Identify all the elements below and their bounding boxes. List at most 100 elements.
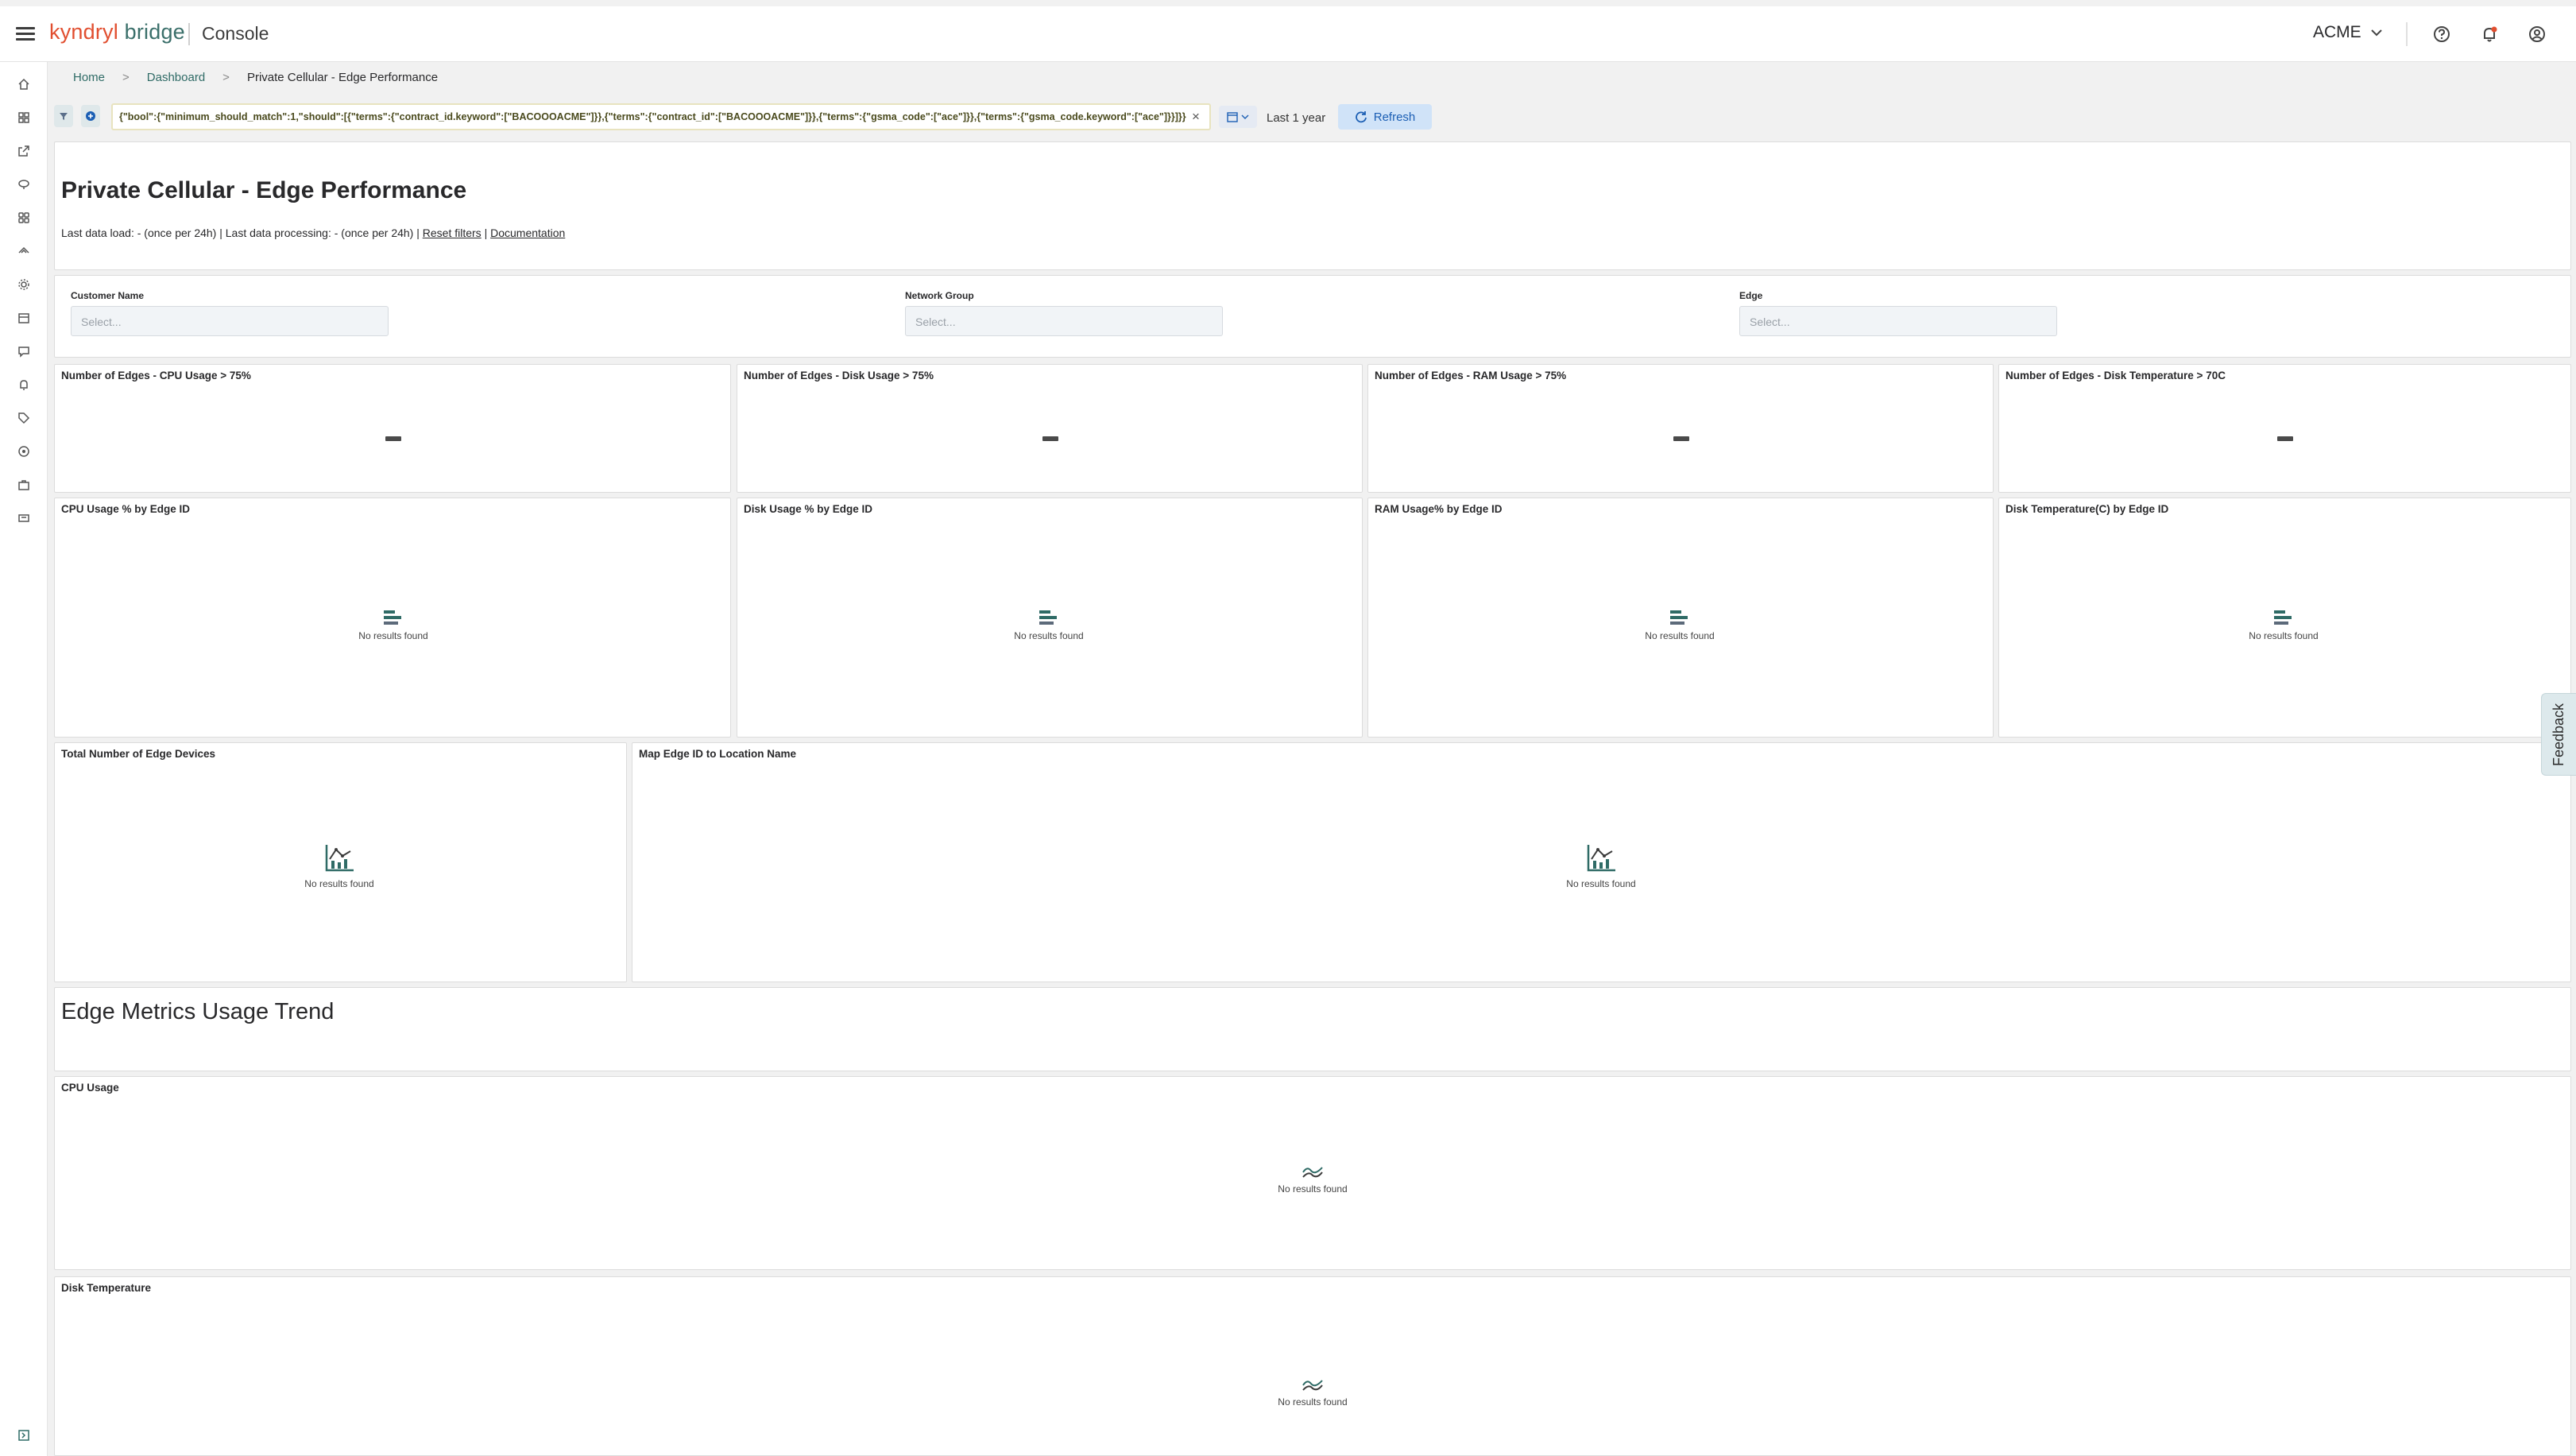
kyndryl-bridge-logo[interactable]: kyndryl bridge — [49, 20, 185, 45]
account-switcher[interactable]: ACME — [2313, 23, 2382, 42]
header-divider — [188, 23, 190, 45]
no-results-text: No results found — [304, 878, 374, 889]
disk-usage-by-edge-panel: Disk Usage % by Edge ID No results found — [737, 498, 1363, 738]
empty-state: No results found — [1233, 1164, 1392, 1195]
tag-icon[interactable] — [15, 409, 33, 427]
target-icon[interactable] — [15, 443, 33, 460]
chevron-down-icon — [1241, 114, 1249, 119]
refresh-button[interactable]: Refresh — [1338, 104, 1432, 130]
empty-state: No results found — [969, 610, 1128, 641]
clear-query-button[interactable]: × — [1192, 109, 1200, 125]
no-results-text: No results found — [358, 630, 428, 641]
panel-title: Disk Temperature — [61, 1282, 152, 1294]
breadcrumb-home[interactable]: Home — [73, 71, 105, 84]
bar-chart-icon — [2274, 610, 2292, 625]
empty-state: No results found — [1600, 610, 1759, 641]
edge-location-map-panel: Map Edge ID to Location Name No results … — [632, 742, 2571, 982]
alert-bell-icon[interactable] — [15, 376, 33, 393]
metric-value-empty — [1042, 436, 1058, 441]
reset-filters-link[interactable]: Reset filters — [423, 227, 482, 239]
meta-separator: | — [484, 227, 488, 239]
chevron-down-icon — [2370, 29, 2382, 37]
metric-panel-ram: Number of Edges - RAM Usage > 75% — [1367, 364, 1994, 493]
top-header: kyndryl bridge Console ACME — [0, 6, 2576, 62]
briefcase-icon[interactable] — [15, 476, 33, 494]
external-link-icon[interactable] — [15, 142, 33, 160]
metric-value-empty — [2277, 436, 2293, 441]
data-load-text: Last data load: - (once per 24h) | Last … — [61, 227, 420, 239]
customer-name-select[interactable]: Select... — [71, 306, 389, 336]
edge-label: Edge — [1739, 290, 1763, 301]
section-heading-panel: Edge Metrics Usage Trend — [54, 987, 2571, 1071]
date-picker-button[interactable] — [1219, 106, 1257, 128]
panel-title: Total Number of Edge Devices — [61, 748, 216, 760]
empty-state: No results found — [260, 842, 419, 889]
home-icon[interactable] — [15, 76, 33, 93]
breadcrumb: Home > Dashboard > Private Cellular - Ed… — [73, 71, 438, 84]
panel-title: Number of Edges - Disk Temperature > 70C — [2005, 370, 2226, 381]
network-group-label: Network Group — [905, 290, 974, 301]
cpu-usage-by-edge-panel: CPU Usage % by Edge ID No results found — [54, 498, 731, 738]
dashboard-header-panel: Private Cellular - Edge Performance Last… — [54, 141, 2571, 270]
line-chart-icon — [325, 845, 354, 872]
no-results-text: No results found — [1566, 878, 1636, 889]
disk-temperature-trend-panel: Disk Temperature No results found — [54, 1276, 2571, 1456]
edge-select[interactable]: Select... — [1739, 306, 2057, 336]
add-filter-icon[interactable] — [81, 105, 100, 127]
no-results-text: No results found — [1014, 630, 1084, 641]
header-divider — [2406, 22, 2408, 46]
ram-usage-by-edge-panel: RAM Usage% by Edge ID No results found — [1367, 498, 1994, 738]
panel-title: CPU Usage % by Edge ID — [61, 503, 191, 515]
network-group-select[interactable]: Select... — [905, 306, 1223, 336]
filter-controls-panel: Customer Name Select... Network Group Se… — [54, 275, 2571, 358]
refresh-label: Refresh — [1373, 110, 1416, 124]
feedback-label: Feedback — [2551, 703, 2566, 766]
chat-icon[interactable] — [15, 343, 33, 360]
notification-bell-icon[interactable] — [2477, 22, 2501, 46]
panel-title: Map Edge ID to Location Name — [639, 748, 797, 760]
apps-icon[interactable] — [15, 209, 33, 227]
metric-panel-disk: Number of Edges - Disk Usage > 75% — [737, 364, 1363, 493]
menu-icon[interactable] — [16, 24, 35, 43]
feedback-tab[interactable]: Feedback — [2541, 693, 2576, 776]
panel-title: Number of Edges - CPU Usage > 75% — [61, 370, 251, 381]
empty-state: No results found — [2204, 610, 2363, 641]
account-name: ACME — [2313, 23, 2361, 41]
bar-chart-icon — [1039, 610, 1057, 625]
help-icon[interactable] — [2430, 22, 2454, 46]
panel-title: Disk Temperature(C) by Edge ID — [2005, 503, 2169, 515]
trend-line-icon — [1302, 1380, 1323, 1391]
no-results-text: No results found — [2249, 630, 2319, 641]
calendar-icon — [1227, 112, 1238, 122]
panel-title: Number of Edges - Disk Usage > 75% — [744, 370, 934, 381]
customer-name-label: Customer Name — [71, 290, 145, 301]
section-title: Edge Metrics Usage Trend — [61, 999, 335, 1024]
documentation-link[interactable]: Documentation — [490, 227, 565, 239]
cpu-usage-trend-panel: CPU Usage No results found — [54, 1076, 2571, 1270]
no-results-text: No results found — [1278, 1396, 1348, 1408]
page-title: Private Cellular - Edge Performance — [61, 177, 467, 203]
dashboard-grid-icon[interactable] — [15, 109, 33, 126]
calendar-icon[interactable] — [15, 309, 33, 327]
breadcrumb-dashboard[interactable]: Dashboard — [147, 71, 205, 84]
monitor-icon[interactable] — [15, 176, 33, 193]
ticket-icon[interactable] — [15, 509, 33, 527]
network-icon[interactable] — [15, 242, 33, 260]
user-profile-icon[interactable] — [2525, 22, 2549, 46]
settings-gear-icon[interactable] — [15, 276, 33, 293]
breadcrumb-current: Private Cellular - Edge Performance — [246, 71, 439, 84]
refresh-icon — [1355, 111, 1367, 123]
query-input[interactable]: {"bool":{"minimum_should_match":1,"shoul… — [111, 103, 1211, 130]
collapse-panel-icon[interactable] — [15, 1427, 33, 1444]
total-edge-devices-panel: Total Number of Edge Devices No results … — [54, 742, 627, 982]
breadcrumb-separator: > — [222, 71, 230, 84]
metric-panel-cpu: Number of Edges - CPU Usage > 75% — [54, 364, 731, 493]
time-range-label[interactable]: Last 1 year — [1267, 111, 1325, 125]
app-name: Console — [202, 23, 269, 44]
line-chart-icon — [1587, 845, 1615, 872]
filter-icon[interactable] — [54, 105, 73, 127]
metric-panel-disk-temp: Number of Edges - Disk Temperature > 70C — [1998, 364, 2571, 493]
breadcrumb-separator: > — [122, 71, 130, 84]
panel-title: Disk Usage % by Edge ID — [744, 503, 873, 515]
empty-state: No results found — [1522, 842, 1681, 889]
